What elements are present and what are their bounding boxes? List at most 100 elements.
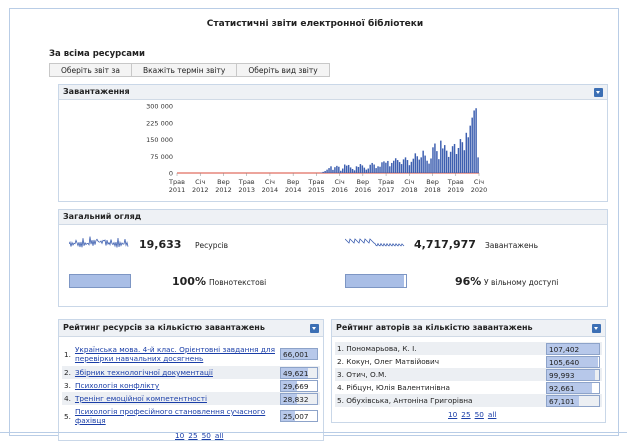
- chart-bar: [351, 168, 354, 173]
- downloads-label: Завантажень: [485, 241, 538, 250]
- chart-bar: [355, 166, 358, 173]
- x-tick-label-month: Трав: [447, 178, 464, 186]
- pager-25[interactable]: 25: [461, 410, 470, 419]
- tab-report-by[interactable]: Оберіть звіт за: [49, 63, 132, 77]
- overview-panel-header: Загальний огляд: [59, 210, 607, 225]
- resource-link[interactable]: Психологія професійного становлення суча…: [75, 407, 265, 425]
- download-count: 29,669: [280, 379, 318, 392]
- collapse-toggle-icon[interactable]: [594, 88, 603, 97]
- x-tick-label-month: Трав: [307, 178, 324, 186]
- chart-bar: [369, 164, 371, 173]
- chart-bar: [428, 163, 430, 173]
- x-tick-label-year: 2012: [215, 186, 232, 194]
- pager-all[interactable]: all: [488, 410, 497, 419]
- download-count: 25,007: [280, 410, 318, 422]
- chart-bar: [422, 150, 424, 173]
- x-tick-label-year: 2020: [471, 186, 488, 194]
- chart-bar: [430, 158, 432, 173]
- x-tick-label-month: Трав: [238, 178, 255, 186]
- resource-link[interactable]: Психологія конфлікту: [75, 381, 159, 390]
- chart-bar: [377, 166, 379, 173]
- chart-bar: [373, 164, 375, 173]
- row-number: 1.: [337, 344, 344, 353]
- download-count: 66,001: [280, 348, 318, 360]
- table-row: 4. Рібцун, Юлія Валентинівна 92,661: [335, 381, 602, 394]
- chart-bar: [475, 108, 477, 173]
- author-name: Обухівська, Антоніна Григорівна: [346, 396, 473, 405]
- x-tick-label-month: Січ: [195, 178, 205, 186]
- open-access-label: У вільному доступі: [484, 278, 559, 287]
- download-count: 28,832: [280, 392, 318, 405]
- x-tick-label-year: 2018: [401, 186, 418, 194]
- chart-bar: [367, 168, 369, 173]
- chart-bar: [324, 170, 326, 173]
- report-tabs: Оберіть звіт за Вкажіть термін звіту Обе…: [49, 63, 330, 77]
- chart-bar: [459, 139, 462, 173]
- bottom-divider: [0, 432, 627, 433]
- x-tick-label-year: 2014: [285, 186, 302, 194]
- chart-bar: [467, 137, 469, 173]
- row-number: 2.: [337, 357, 344, 366]
- pager-10[interactable]: 10: [448, 410, 457, 419]
- x-tick-label-year: 2014: [262, 186, 279, 194]
- chart-bar: [420, 157, 422, 173]
- chart-bar: [440, 140, 442, 173]
- chart-bar: [389, 166, 391, 173]
- table-row: 1. Українська мова. 4-й клас. Орієнтовні…: [62, 342, 320, 366]
- collapse-toggle-icon[interactable]: [592, 324, 601, 333]
- table-row: 2. Збірник технологічної документації 49…: [62, 366, 320, 379]
- x-tick-label-month: Вер: [426, 178, 439, 186]
- y-tick-label: 150 000: [146, 136, 173, 144]
- author-rating-header: Рейтинг авторів за кількістю завантажень: [332, 320, 605, 337]
- overview-panel: Загальний огляд 19,633 Ресурсів 4,717,97…: [58, 209, 608, 307]
- download-count: 107,402: [546, 342, 600, 355]
- downloads-chart: 300 000225 000150 00075 0000Трав2011Січ2…: [146, 103, 488, 195]
- table-row: 5. Обухівська, Антоніна Григорівна 67,10…: [335, 394, 602, 407]
- tab-report-period[interactable]: Вкажіть термін звіту: [131, 63, 238, 77]
- collapse-toggle-icon[interactable]: [310, 324, 319, 333]
- pager-50[interactable]: 50: [475, 410, 484, 419]
- tab-report-type[interactable]: Оберіть вид звіту: [236, 63, 330, 77]
- chart-bar: [334, 167, 336, 173]
- chart-bar: [394, 158, 397, 173]
- chart-bar: [365, 169, 368, 173]
- chart-bar: [359, 164, 362, 173]
- author-rating-title: Рейтинг авторів за кількістю завантажень: [336, 323, 533, 332]
- resource-link[interactable]: Українська мова. 4-й клас. Орієнтовні за…: [75, 345, 275, 363]
- chart-bar: [400, 164, 403, 173]
- x-tick-label-year: 2016: [355, 186, 372, 194]
- download-count: 49,621: [280, 366, 318, 379]
- chart-bar: [424, 155, 426, 173]
- chart-bar: [322, 171, 324, 173]
- x-tick-label-month: Січ: [474, 178, 484, 186]
- chart-bar: [343, 164, 346, 173]
- x-tick-label-year: 2011: [169, 186, 186, 194]
- chart-bar: [443, 145, 446, 173]
- x-tick-label-month: Вер: [287, 178, 300, 186]
- x-tick-label-month: Трав: [377, 178, 394, 186]
- resource-rating-header: Рейтинг ресурсів за кількістю завантажен…: [59, 320, 323, 337]
- chart-bar: [361, 165, 364, 173]
- chart-bar: [426, 160, 428, 173]
- chart-bar: [404, 157, 407, 173]
- chart-bar: [457, 147, 460, 173]
- x-tick-label-year: 2013: [238, 186, 255, 194]
- pagination: 10 25 50 all: [446, 410, 498, 419]
- page-title: Статистичні звіти електронної бібліотеки: [206, 19, 424, 29]
- table-row: 1. Пономарьова, К. І. 107,402: [335, 342, 602, 355]
- author-name: Отич, О.М.: [346, 370, 387, 379]
- chart-bar: [342, 168, 344, 173]
- chart-bar: [414, 153, 417, 173]
- author-name: Рібцун, Юлія Валентинівна: [346, 383, 450, 392]
- downloads-panel-header: Завантаження: [59, 85, 607, 100]
- chart-bar: [347, 164, 350, 173]
- chart-bar: [410, 161, 413, 173]
- chart-bar: [332, 169, 334, 173]
- resource-link[interactable]: Збірник технологічної документації: [75, 368, 213, 377]
- resource-link[interactable]: Тренінг емоційної компетентності: [75, 394, 207, 403]
- row-number: 5.: [64, 411, 71, 421]
- chart-bar: [465, 132, 468, 173]
- chart-bar: [326, 169, 328, 173]
- table-row: 2. Кокун, Олег Матвійович 105,640: [335, 355, 602, 368]
- chart-bar: [387, 160, 389, 173]
